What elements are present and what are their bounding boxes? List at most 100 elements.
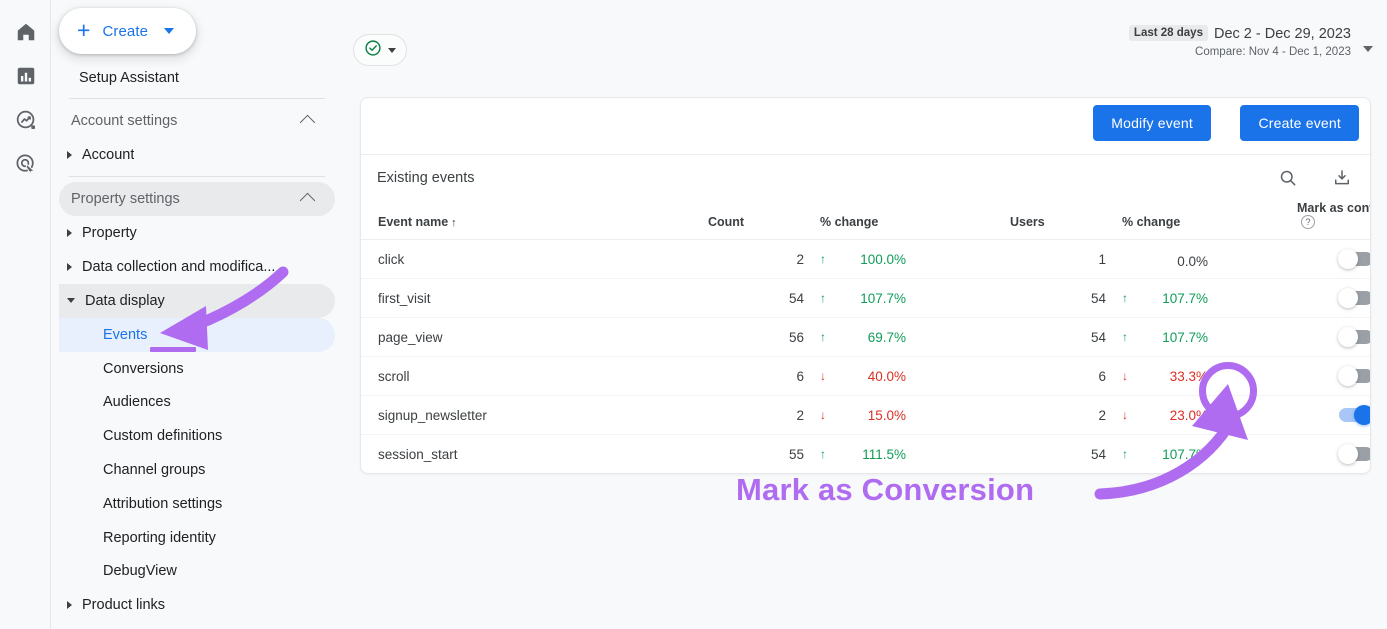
cell-count-change: ↑111.5%: [804, 435, 1010, 474]
modify-event-button[interactable]: Modify event: [1093, 105, 1211, 141]
sidebar-item-audiences[interactable]: Audiences: [59, 385, 335, 419]
cell-users-change: ↓ 33.3%: [1106, 357, 1297, 396]
sort-ascending-icon: ↑: [451, 217, 457, 229]
sidebar-divider-2: [69, 176, 325, 177]
toggle-knob: [1338, 366, 1358, 386]
cell-event-name[interactable]: first_visit: [361, 279, 708, 318]
column-header-users[interactable]: Users: [1010, 201, 1106, 240]
cell-event-name[interactable]: page_view: [361, 318, 708, 357]
cell-count: 55: [708, 435, 804, 474]
sidebar-section-property-settings[interactable]: Property settings: [59, 182, 335, 216]
sidebar-item-label: DebugView: [103, 563, 177, 579]
settings-sidebar: + Create Setup Assistant Account setting…: [51, 0, 343, 629]
sidebar-section-label: Account settings: [71, 113, 177, 129]
cell-count-change: ↑69.7%: [804, 318, 1010, 357]
sidebar-item-data-collection[interactable]: Data collection and modifica...: [59, 250, 335, 284]
sidebar-item-reporting-identity[interactable]: Reporting identity: [59, 521, 335, 555]
plus-icon: +: [77, 19, 90, 42]
left-icon-rail: [0, 0, 51, 629]
sidebar-item-setup-assistant[interactable]: Setup Assistant: [59, 61, 335, 95]
create-button[interactable]: + Create: [59, 8, 196, 54]
table-row[interactable]: scroll6↓40.0%6↓33.3%: [361, 357, 1371, 396]
table-row[interactable]: click2↑100.0%10.0%: [361, 240, 1371, 279]
table-row[interactable]: page_view56↑69.7%54↑107.7%: [361, 318, 1371, 357]
sidebar-item-label: Events: [103, 327, 147, 343]
table-row[interactable]: first_visit54↑107.7%54↑107.7%: [361, 279, 1371, 318]
table-row[interactable]: signup_newsletter2↓15.0%2↓23.0%: [361, 396, 1371, 435]
chevron-right-icon: [67, 601, 72, 609]
table-header-row: Event name↑ Count % change Users % chang…: [361, 201, 1371, 240]
column-label: Mark as conversion: [1297, 201, 1371, 215]
search-icon[interactable]: [1278, 168, 1298, 188]
create-event-button[interactable]: Create event: [1240, 105, 1359, 141]
home-icon[interactable]: [13, 19, 39, 45]
date-range-preset-badge: Last 28 days: [1129, 25, 1208, 41]
sidebar-item-custom-definitions[interactable]: Custom definitions: [59, 419, 335, 453]
sidebar-item-label: Setup Assistant: [67, 70, 179, 86]
cell-event-name[interactable]: session_start: [361, 435, 708, 474]
cell-users-change: ↑107.7%: [1106, 318, 1297, 357]
column-header-count-change[interactable]: % change: [804, 201, 1010, 240]
chevron-right-icon: [67, 263, 72, 271]
explore-icon[interactable]: [13, 107, 39, 133]
data-status-chip[interactable]: [353, 34, 407, 66]
column-header-count[interactable]: Count: [708, 201, 804, 240]
column-header-users-change[interactable]: % change: [1106, 201, 1297, 240]
sidebar-item-debugview[interactable]: DebugView: [59, 554, 335, 588]
cell-mark-as-conversion: [1297, 318, 1371, 357]
advertising-icon[interactable]: [13, 151, 39, 177]
date-range-value: Dec 2 - Dec 29, 2023: [1214, 26, 1351, 42]
change-value: 40.0%: [838, 369, 906, 384]
download-icon[interactable]: [1332, 168, 1352, 188]
cell-count-change: ↑100.0%: [804, 240, 1010, 279]
cell-event-name[interactable]: signup_newsletter: [361, 396, 708, 435]
trend-up-icon: ↑: [820, 331, 829, 343]
cell-users: 6: [1010, 357, 1106, 396]
cell-users: 2: [1010, 396, 1106, 435]
sidebar-item-product-links[interactable]: Product links: [59, 588, 335, 622]
change-value: 33.3%: [1140, 369, 1208, 384]
toggle-knob: [1338, 249, 1358, 269]
toggle-knob: [1354, 405, 1371, 425]
help-icon[interactable]: ?: [1301, 215, 1315, 229]
sidebar-item-property[interactable]: Property: [59, 216, 335, 250]
sidebar-item-conversions[interactable]: Conversions: [59, 352, 335, 386]
mark-as-conversion-toggle[interactable]: [1339, 291, 1371, 305]
trend-down-icon: ↓: [1122, 409, 1131, 421]
cell-count: 2: [708, 240, 804, 279]
change-value: 107.7%: [1140, 291, 1208, 306]
cell-users: 54: [1010, 318, 1106, 357]
table-title: Existing events: [377, 170, 475, 186]
cell-users: 54: [1010, 279, 1106, 318]
sidebar-divider-1: [69, 98, 325, 99]
mark-as-conversion-toggle[interactable]: [1339, 369, 1371, 383]
sidebar-item-data-display[interactable]: Data display: [59, 284, 335, 318]
create-button-label: Create: [102, 23, 148, 40]
sidebar-item-events[interactable]: Events: [59, 318, 335, 352]
reports-icon[interactable]: [13, 63, 39, 89]
sidebar-item-account[interactable]: Account: [59, 138, 335, 172]
mark-as-conversion-toggle[interactable]: [1339, 408, 1371, 422]
cell-users-change: ↑107.7%: [1106, 279, 1297, 318]
cell-users: 54: [1010, 435, 1106, 474]
chevron-right-icon: [67, 151, 72, 159]
sidebar-item-attribution-settings[interactable]: Attribution settings: [59, 487, 335, 521]
date-range-selector[interactable]: Last 28 daysDec 2 - Dec 29, 2023 Compare…: [1129, 26, 1351, 58]
sidebar-section-account-settings[interactable]: Account settings: [59, 104, 335, 138]
change-value: 23.0%: [1140, 408, 1208, 423]
column-header-event-name[interactable]: Event name↑: [361, 201, 708, 240]
cell-event-name[interactable]: scroll: [361, 357, 708, 396]
toggle-knob: [1338, 444, 1358, 464]
mark-as-conversion-toggle[interactable]: [1339, 252, 1371, 266]
sidebar-item-channel-groups[interactable]: Channel groups: [59, 453, 335, 487]
table-row[interactable]: session_start55↑111.5%54↑107.7%: [361, 435, 1371, 474]
sidebar-item-label: Channel groups: [103, 462, 205, 478]
sidebar-item-label: Data collection and modifica...: [82, 259, 275, 275]
mark-as-conversion-toggle[interactable]: [1339, 330, 1371, 344]
table-subheader: Existing events: [361, 154, 1370, 201]
trend-down-icon: ↓: [1122, 370, 1131, 382]
cell-mark-as-conversion: [1297, 279, 1371, 318]
mark-as-conversion-toggle[interactable]: [1339, 447, 1371, 461]
cell-event-name[interactable]: click: [361, 240, 708, 279]
trend-up-icon: ↑: [820, 253, 829, 265]
